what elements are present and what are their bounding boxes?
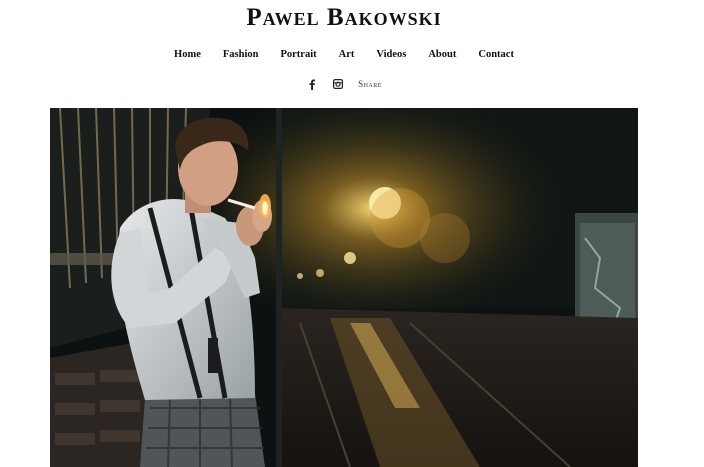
nav-item-home[interactable]: Home: [163, 49, 212, 60]
instagram-icon[interactable]: [332, 78, 344, 90]
facebook-icon[interactable]: [306, 78, 318, 90]
social-bar: Share: [0, 78, 688, 90]
page: Pawel Bakowski Home Fashion Portrait Art…: [0, 0, 704, 467]
site-title[interactable]: Pawel Bakowski: [0, 4, 688, 32]
main-nav: Home Fashion Portrait Art Videos About C…: [0, 49, 688, 60]
hero-image: [50, 108, 638, 467]
nav-item-art[interactable]: Art: [328, 49, 366, 60]
share-link[interactable]: Share: [358, 79, 382, 89]
photo-man-lighting-cigarette-night-street-icon: [50, 108, 638, 467]
nav-item-portrait[interactable]: Portrait: [269, 49, 327, 60]
nav-item-videos[interactable]: Videos: [365, 49, 417, 60]
nav-item-fashion[interactable]: Fashion: [212, 49, 270, 60]
nav-item-contact[interactable]: Contact: [467, 49, 525, 60]
nav-item-about[interactable]: About: [417, 49, 467, 60]
